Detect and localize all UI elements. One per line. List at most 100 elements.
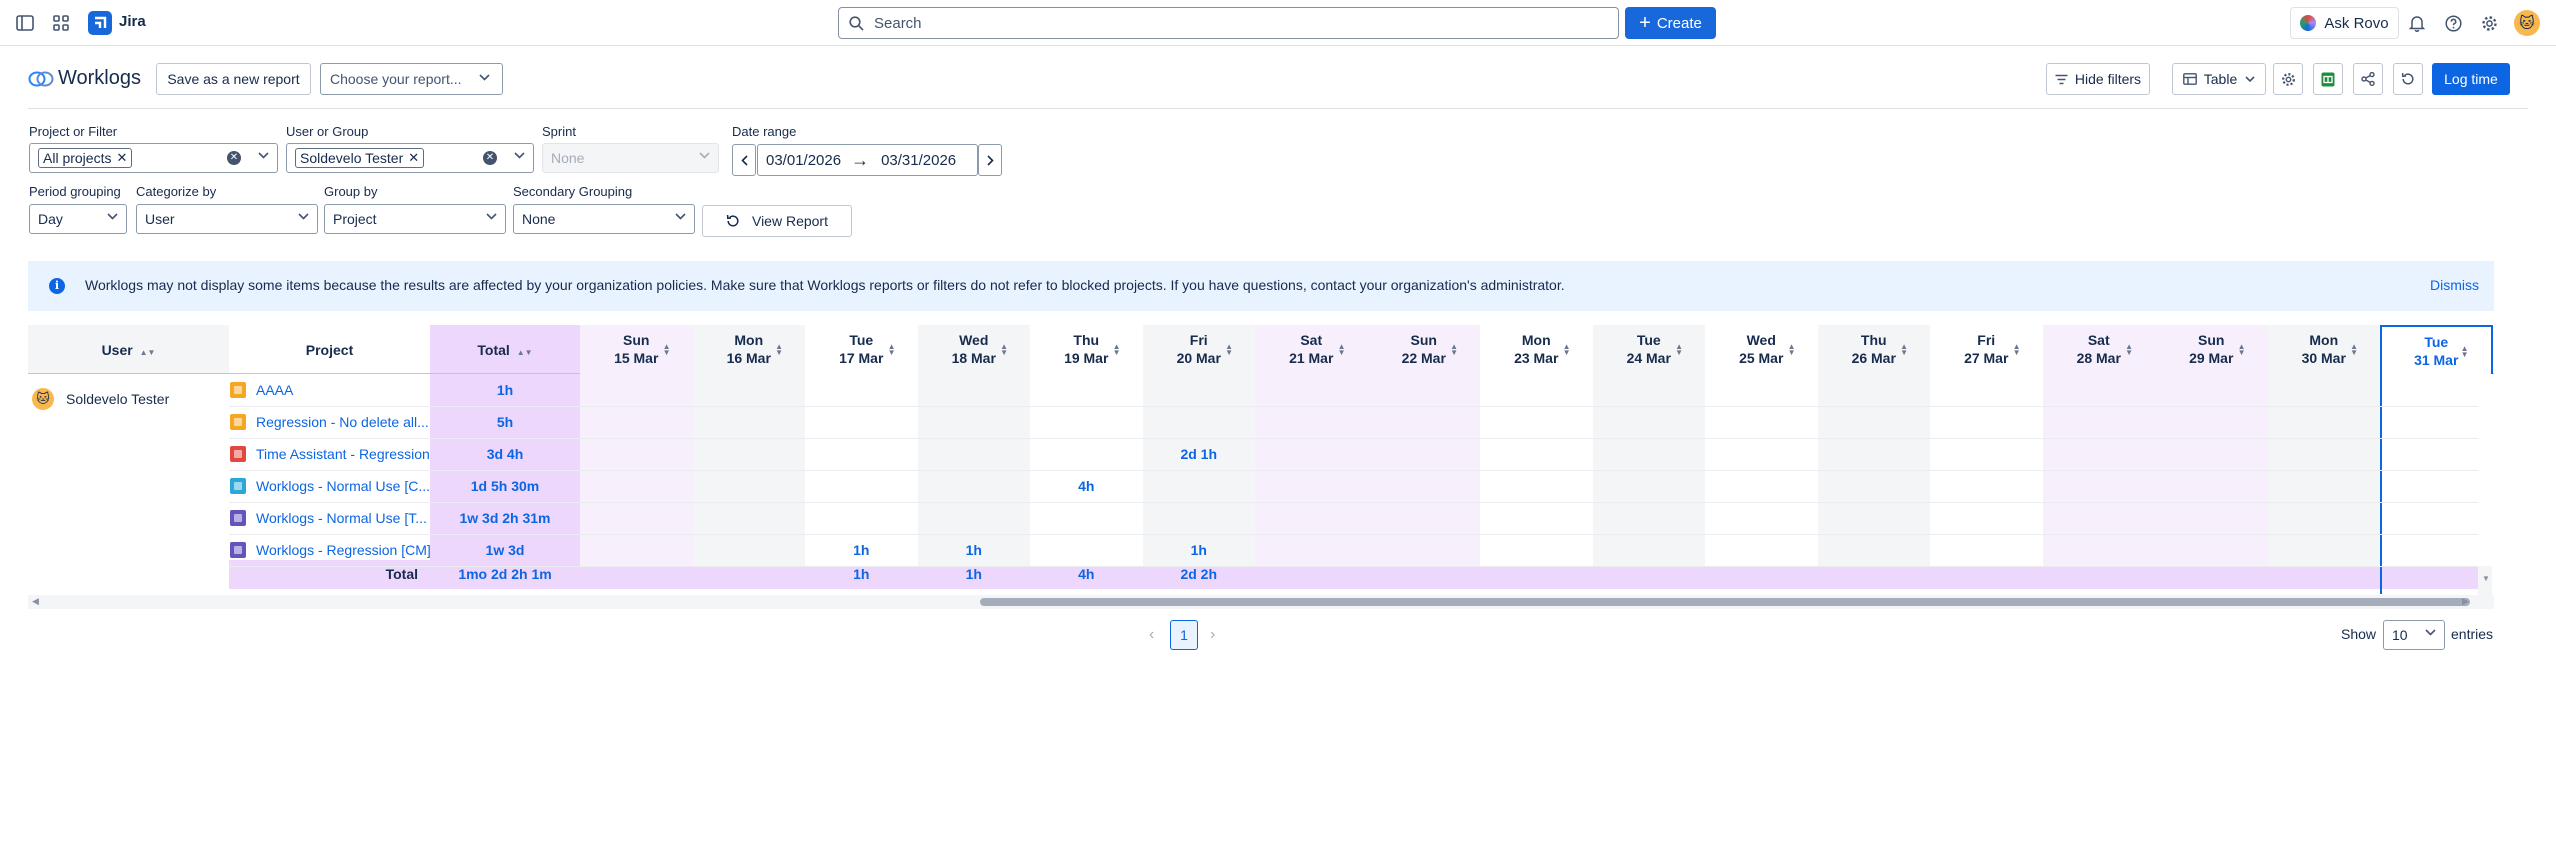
column-header-day[interactable]: Sun 15 Mar ▲ ▼ <box>580 325 693 374</box>
worklog-cell[interactable]: 1h <box>918 542 1031 558</box>
categorize-by-select[interactable]: User <box>136 204 318 234</box>
chevron-down-icon[interactable] <box>514 152 525 159</box>
column-header-day[interactable]: Fri 27 Mar ▲ ▼ <box>1930 325 2043 374</box>
date-range-input[interactable]: 03/01/2026 → 03/31/2026 <box>757 144 978 176</box>
app-name[interactable]: Jira <box>119 13 146 30</box>
horizontal-scrollbar[interactable]: ◀ ▶ <box>28 595 2494 609</box>
banner-message: Worklogs may not display some items beca… <box>85 277 1565 293</box>
worklog-cell[interactable]: 4h <box>1030 478 1143 494</box>
project-link[interactable]: Worklogs - Normal Use [T... <box>256 510 427 526</box>
app-switcher-icon[interactable] <box>49 11 73 35</box>
previous-range-button[interactable] <box>732 144 756 176</box>
share-button[interactable] <box>2353 63 2383 95</box>
search-input[interactable]: Search <box>838 7 1619 39</box>
project-link[interactable]: Regression - No delete all... <box>256 414 429 430</box>
group-by-select[interactable]: Project <box>324 204 506 234</box>
project-chip: All projects ✕ <box>38 148 133 168</box>
sidebar-toggle-icon[interactable] <box>13 11 37 35</box>
column-header-total[interactable]: Total ▲▼ <box>430 325 580 374</box>
column-header-day[interactable]: Tue 24 Mar ▲ ▼ <box>1592 325 1705 374</box>
column-header-day[interactable]: Wed 18 Mar ▲ ▼ <box>917 325 1030 374</box>
project-cell[interactable]: Regression - No delete all... <box>230 406 429 438</box>
day-of-week: Sun <box>2198 332 2225 348</box>
ask-rovo-button[interactable]: Ask Rovo <box>2290 7 2399 39</box>
user-avatar[interactable]: 🐱 <box>2514 10 2540 36</box>
column-header-user[interactable]: User ▲▼ <box>28 325 229 374</box>
filter-icon <box>2055 74 2068 85</box>
log-time-button[interactable]: Log time <box>2432 63 2510 95</box>
worklog-cell[interactable]: 1h <box>805 542 918 558</box>
chevron-down-icon <box>2425 629 2436 636</box>
page-button-1[interactable]: 1 <box>1170 620 1198 650</box>
project-cell[interactable]: Worklogs - Normal Use [C... <box>230 470 430 502</box>
project-link[interactable]: AAAA <box>256 382 293 398</box>
secondary-grouping-select[interactable]: None <box>513 204 695 234</box>
column-header-day[interactable]: Thu 19 Mar ▲ ▼ <box>1030 325 1143 374</box>
export-sheets-button[interactable] <box>2313 63 2343 95</box>
column-header-day[interactable]: Sun 29 Mar ▲ ▼ <box>2155 325 2268 374</box>
scroll-right-icon[interactable]: ▶ <box>2462 596 2469 607</box>
project-cell[interactable]: Worklogs - Normal Use [T... <box>230 502 427 534</box>
create-button[interactable]: + Create <box>1625 7 1716 39</box>
page-size-select[interactable]: 10 <box>2383 620 2445 650</box>
notifications-bell-icon[interactable] <box>2405 11 2429 35</box>
choose-report-select[interactable]: Choose your report... <box>320 63 503 95</box>
next-page-icon[interactable]: › <box>1210 626 1215 644</box>
worklog-cell[interactable]: 2d 1h <box>1143 446 1256 462</box>
project-cell[interactable]: AAAA <box>230 374 293 406</box>
table-view-label: Table <box>2203 71 2238 87</box>
column-header-day[interactable]: Thu 26 Mar ▲ ▼ <box>1817 325 1930 374</box>
column-header-day[interactable]: Mon 23 Mar ▲ ▼ <box>1480 325 1593 374</box>
remove-chip-icon[interactable]: ✕ <box>116 150 127 166</box>
column-header-day[interactable]: Wed 25 Mar ▲ ▼ <box>1705 325 1818 374</box>
show-label: Show <box>2341 626 2377 642</box>
project-avatar-icon <box>230 478 246 494</box>
column-header-day[interactable]: Fri 20 Mar ▲ ▼ <box>1142 325 1255 374</box>
chevron-down-icon[interactable] <box>258 152 269 159</box>
scroll-left-icon[interactable]: ◀ <box>32 596 39 607</box>
column-header-day[interactable]: Sat 28 Mar ▲ ▼ <box>2042 325 2155 374</box>
refresh-button[interactable] <box>2393 63 2423 95</box>
clear-icon[interactable]: ✕ <box>483 151 497 165</box>
project-avatar-glyph <box>234 450 242 458</box>
chevron-down-icon <box>486 213 497 220</box>
user-filter-select[interactable]: Soldevelo Tester ✕ ✕ <box>286 143 534 173</box>
project-link[interactable]: Time Assistant - Regression <box>256 446 430 462</box>
column-header-project[interactable]: Project <box>229 325 430 374</box>
hide-filters-button[interactable]: Hide filters <box>2046 63 2150 95</box>
column-header-day[interactable]: Tue 31 Mar ▲ ▼ <box>2380 325 2493 374</box>
view-report-button[interactable]: View Report <box>702 205 852 237</box>
dismiss-link[interactable]: Dismiss <box>2430 277 2479 293</box>
jira-logo-icon[interactable] <box>88 11 112 35</box>
column-header-day[interactable]: Sat 21 Mar ▲ ▼ <box>1255 325 1368 374</box>
day-of-week: Tue <box>1636 332 1661 348</box>
chevron-right-icon <box>986 154 994 166</box>
previous-page-icon[interactable]: ‹ <box>1149 626 1154 644</box>
chevron-down-icon <box>699 152 710 159</box>
user-name: Soldevelo Tester <box>66 391 170 407</box>
column-header-day[interactable]: Tue 17 Mar ▲ ▼ <box>805 325 918 374</box>
project-link[interactable]: Worklogs - Normal Use [C... <box>256 478 430 494</box>
day-of-week: Sun <box>1410 332 1437 348</box>
save-as-new-report-button[interactable]: Save as a new report <box>156 63 311 95</box>
table-view-select[interactable]: Table <box>2172 63 2266 95</box>
horizontal-scroll-thumb[interactable] <box>980 598 2470 606</box>
column-header-day[interactable]: Mon 30 Mar ▲ ▼ <box>2267 325 2380 374</box>
project-cell[interactable]: Time Assistant - Regression <box>230 438 430 470</box>
next-range-button[interactable] <box>978 144 1002 176</box>
worklog-cell[interactable]: 1h <box>1143 542 1256 558</box>
sort-icon: ▲▼ <box>1562 342 1571 357</box>
sort-icon: ▲▼ <box>1000 342 1008 357</box>
settings-gear-icon[interactable] <box>2477 11 2501 35</box>
project-link[interactable]: Worklogs - Regression [CM] <box>256 542 431 558</box>
page-title: Worklogs <box>58 67 141 89</box>
help-icon[interactable] <box>2441 11 2465 35</box>
column-header-day[interactable]: Sun 22 Mar ▲ ▼ <box>1367 325 1480 374</box>
remove-chip-icon[interactable]: ✕ <box>408 150 419 166</box>
clear-icon[interactable]: ✕ <box>227 151 241 165</box>
project-filter-select[interactable]: All projects ✕ ✕ <box>29 143 278 173</box>
column-header-day[interactable]: Mon 16 Mar ▲ ▼ <box>692 325 805 374</box>
report-settings-button[interactable] <box>2273 63 2303 95</box>
period-grouping-select[interactable]: Day <box>29 204 127 234</box>
project-cell[interactable]: Worklogs - Regression [CM] <box>230 534 431 566</box>
